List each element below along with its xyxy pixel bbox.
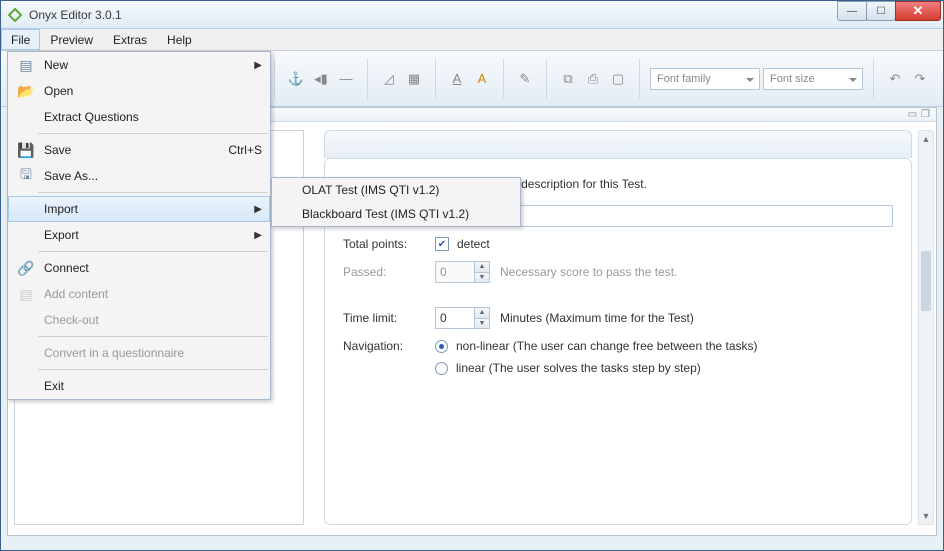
detect-checkbox[interactable]: ✔	[435, 237, 449, 251]
scroll-up-icon[interactable]: ▲	[919, 131, 933, 147]
highlight-icon[interactable]: A	[446, 68, 468, 90]
window-title: Onyx Editor 3.0.1	[29, 8, 122, 22]
import-submenu: OLAT Test (IMS QTI v1.2) Blackboard Test…	[271, 177, 521, 227]
menu-separator	[38, 192, 268, 193]
menu-exit[interactable]: Exit	[8, 373, 270, 399]
open-folder-icon: 📂	[14, 83, 38, 100]
minimize-button[interactable]: —	[837, 1, 867, 21]
menu-convert[interactable]: Convert in a questionnaire	[8, 340, 270, 366]
titlebar: Onyx Editor 3.0.1 — ☐ ✕	[1, 1, 943, 29]
navigation-label: Navigation:	[343, 339, 435, 353]
import-blackboard[interactable]: Blackboard Test (IMS QTI v1.2)	[272, 202, 520, 226]
menu-export[interactable]: Export ▶	[8, 222, 270, 248]
menu-open[interactable]: 📂 Open	[8, 78, 270, 104]
menu-extras[interactable]: Extras	[103, 29, 157, 50]
menu-preview[interactable]: Preview	[40, 29, 103, 50]
menu-separator	[38, 336, 268, 337]
redo-icon[interactable]: ↷	[909, 68, 931, 90]
add-content-icon: ▤	[14, 286, 38, 303]
textcolor-icon[interactable]: A	[471, 68, 493, 90]
menu-checkout[interactable]: Check-out	[8, 307, 270, 333]
nav-nonlinear-radio[interactable]	[435, 340, 448, 353]
anchor-icon[interactable]: ⚓	[285, 68, 307, 90]
menu-connect[interactable]: 🔗 Connect	[8, 255, 270, 281]
close-button[interactable]: ✕	[895, 1, 941, 21]
passed-label: Passed:	[343, 265, 435, 279]
font-family-select[interactable]: Font family	[650, 68, 760, 90]
submenu-arrow-icon: ▶	[254, 60, 262, 71]
menu-extract-questions[interactable]: Extract Questions	[8, 104, 270, 130]
menu-separator	[38, 369, 268, 370]
spinner-down-icon: ▼	[475, 272, 489, 283]
maximize-button[interactable]: ☐	[866, 1, 896, 21]
submenu-arrow-icon: ▶	[254, 230, 262, 241]
app-icon	[7, 7, 23, 23]
menu-add-content[interactable]: ▤ Add content	[8, 281, 270, 307]
media-icon[interactable]: ◂▮	[310, 68, 332, 90]
minimize-panel-icon[interactable]: ▭	[908, 109, 917, 120]
menu-import[interactable]: Import ▶	[8, 196, 270, 222]
menu-new[interactable]: ▤ New ▶	[8, 52, 270, 78]
spinner-up-icon[interactable]: ▲	[475, 308, 489, 318]
window-controls: — ☐ ✕	[838, 1, 941, 21]
menubar: File Preview Extras Help	[1, 29, 943, 51]
right-pane-header	[324, 130, 912, 158]
passed-hint: Necessary score to pass the test.	[500, 265, 677, 279]
menu-separator	[38, 133, 268, 134]
spinner-up-icon: ▲	[475, 262, 489, 272]
save-icon: 💾	[14, 142, 38, 159]
undo-icon[interactable]: ↶	[884, 68, 906, 90]
passed-spinner: ▲ ▼	[475, 261, 490, 283]
nav-linear-radio[interactable]	[435, 362, 448, 375]
save-as-icon: 🖫	[14, 164, 38, 188]
menu-save[interactable]: 💾 Save Ctrl+S	[8, 137, 270, 163]
table-icon[interactable]: ▦	[403, 68, 425, 90]
paint-icon[interactable]: ✎	[514, 68, 536, 90]
timelimit-label: Time limit:	[343, 311, 435, 325]
detect-label: detect	[457, 237, 490, 251]
passed-input	[435, 261, 475, 283]
spinner-down-icon[interactable]: ▼	[475, 318, 489, 329]
connect-icon: 🔗	[14, 260, 38, 277]
font-size-select[interactable]: Font size	[763, 68, 863, 90]
restore-panel-icon[interactable]: ❐	[921, 109, 930, 120]
timelimit-input[interactable]	[435, 307, 475, 329]
new-file-icon: ▤	[14, 57, 38, 74]
submenu-arrow-icon: ▶	[254, 204, 262, 215]
timelimit-spinner[interactable]: ▲ ▼	[475, 307, 490, 329]
save-shortcut: Ctrl+S	[228, 143, 262, 157]
menu-file[interactable]: File	[1, 29, 40, 50]
menu-help[interactable]: Help	[157, 29, 202, 50]
scroll-thumb[interactable]	[921, 251, 931, 311]
paste-icon[interactable]: ⎙	[582, 68, 604, 90]
menu-separator	[38, 251, 268, 252]
file-dropdown: ▤ New ▶ 📂 Open Extract Questions 💾 Save …	[7, 51, 271, 400]
menu-save-as[interactable]: 🖫 Save As...	[8, 163, 270, 189]
vertical-scrollbar[interactable]: ▲ ▼	[918, 130, 934, 525]
total-points-label: Total points:	[343, 237, 435, 251]
nav-linear-label: linear (The user solves the tasks step b…	[456, 361, 701, 375]
app-window: Onyx Editor 3.0.1 — ☐ ✕ File Preview Ext…	[0, 0, 944, 551]
erase-icon[interactable]: ◿	[378, 68, 400, 90]
clipboard-icon[interactable]: ▢	[607, 68, 629, 90]
scroll-down-icon[interactable]: ▼	[919, 508, 933, 524]
copy-icon[interactable]: ⧉	[557, 68, 579, 90]
timelimit-hint: Minutes (Maximum time for the Test)	[500, 311, 694, 325]
nav-nonlinear-label: non-linear (The user can change free bet…	[456, 339, 758, 353]
import-olat[interactable]: OLAT Test (IMS QTI v1.2)	[272, 178, 520, 202]
hr-icon[interactable]: —	[335, 68, 357, 90]
